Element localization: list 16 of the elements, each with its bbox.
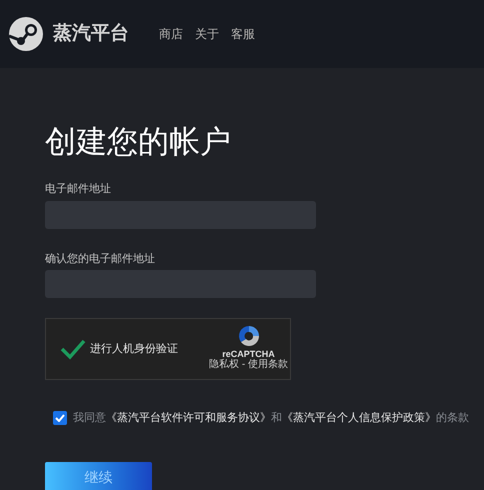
agree-checkbox[interactable] — [53, 411, 67, 426]
nav-link[interactable]: 商店 — [159, 25, 183, 43]
field-label: 确认您的电子邮件地址 — [45, 252, 156, 266]
agreement-link[interactable]: 《蒸汽平台个人信息保护政策》 — [282, 412, 436, 424]
nav-link[interactable]: 关于 — [195, 25, 219, 43]
nav-link[interactable]: 客服 — [231, 25, 255, 43]
logo-icon[interactable] — [8, 16, 44, 52]
checkmark-icon[interactable] — [60, 338, 86, 360]
privacy-terms-link[interactable]: 隐私权 - 使用条款 — [209, 359, 288, 372]
agreement-text: 我同意《蒸汽平台软件许可和服务协议》和《蒸汽平台个人信息保护政策》的条款 — [73, 410, 469, 426]
page-title: 创建您的帐户 — [45, 126, 232, 157]
recaptcha-label: reCAPTCHA — [222, 350, 275, 359]
captcha-label: 进行人机身份验证 — [90, 342, 178, 357]
agreement-link[interactable]: 《蒸汽平台软件许可和服务协议》 — [106, 412, 271, 424]
field-label: 电子邮件地址 — [45, 182, 112, 197]
brand-name: 蒸汽平台 — [53, 22, 129, 46]
